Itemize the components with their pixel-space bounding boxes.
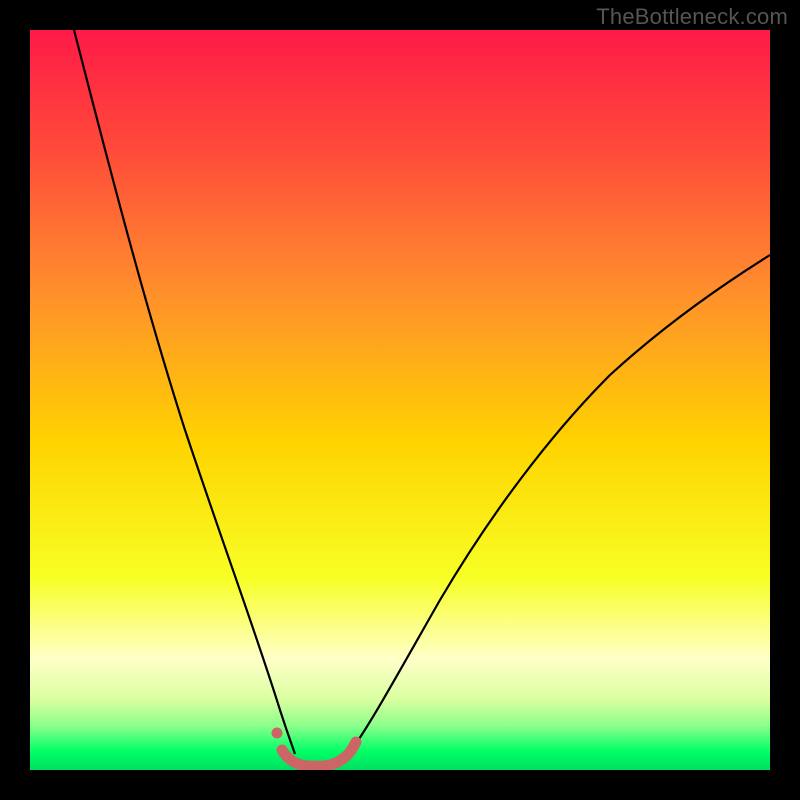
gradient-background (30, 30, 770, 770)
plot-area (30, 30, 770, 770)
chart-frame: TheBottleneck.com (0, 0, 800, 800)
chart-svg (30, 30, 770, 770)
watermark-text: TheBottleneck.com (596, 4, 788, 30)
